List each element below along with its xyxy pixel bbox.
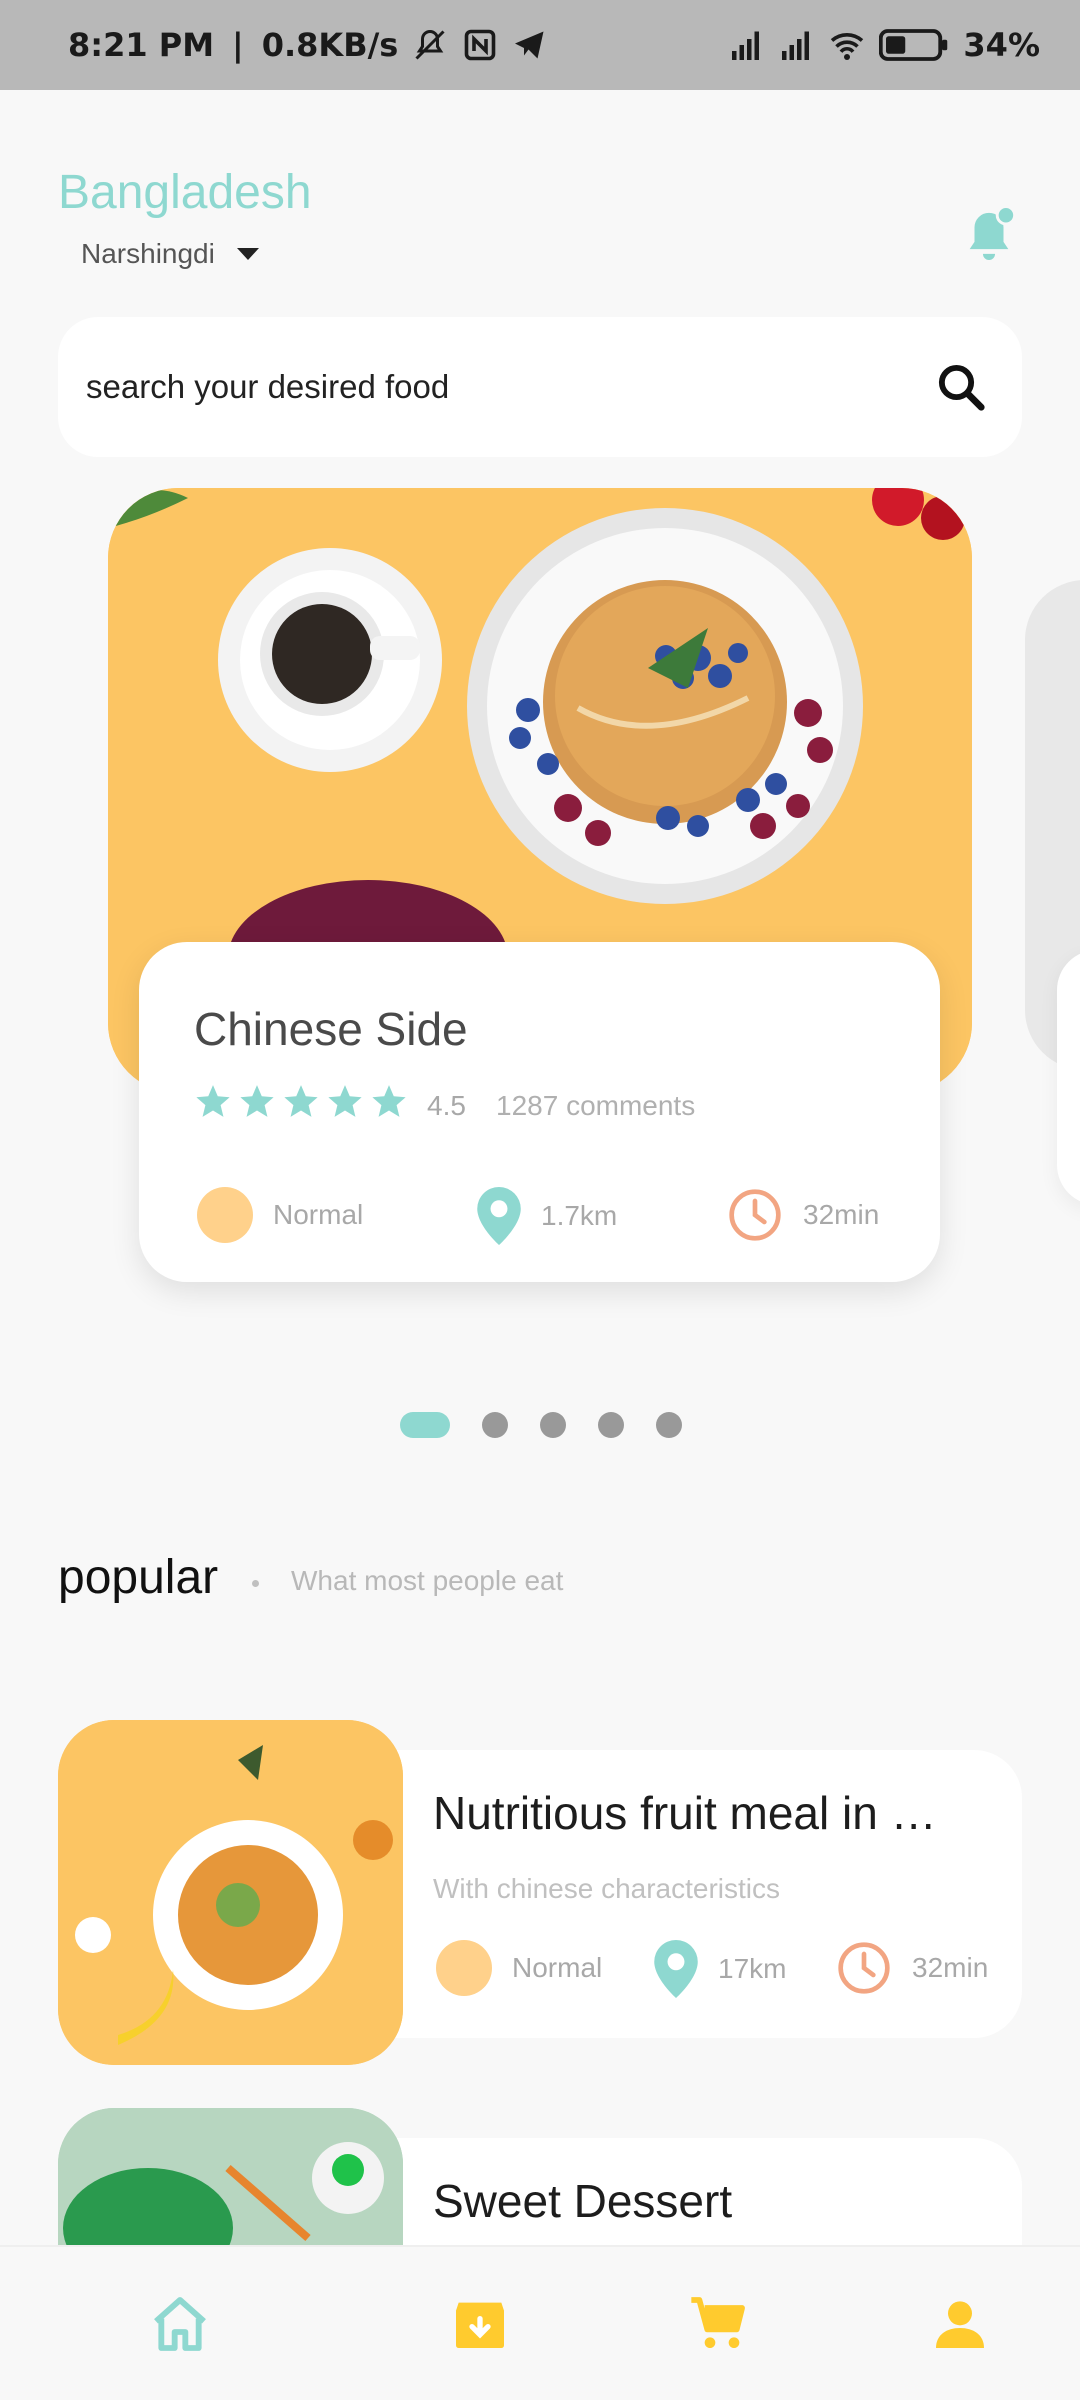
search-bar[interactable]: search your desired food xyxy=(58,317,1022,457)
signal-icon xyxy=(782,31,810,60)
search-input[interactable]: search your desired food xyxy=(86,368,449,406)
status-right: 34% xyxy=(729,26,1040,64)
bottom-navigation xyxy=(0,2245,1080,2400)
search-icon[interactable] xyxy=(934,360,988,414)
star-icon xyxy=(196,1085,230,1117)
list-item-distance: 17km xyxy=(654,1940,786,1998)
signal-icon xyxy=(732,31,760,60)
list-item-level: Normal xyxy=(436,1940,602,1996)
pager-dot[interactable] xyxy=(540,1412,566,1438)
pager-dot[interactable] xyxy=(482,1412,508,1438)
city-label: Narshingdi xyxy=(81,238,215,269)
list-item-thumbnail[interactable] xyxy=(58,2108,403,2248)
carousel-pager xyxy=(400,1412,682,1438)
featured-info-card[interactable]: Chinese Side 4.5 1287 comments Normal 1.… xyxy=(139,942,940,1282)
featured-title: Chinese Side xyxy=(194,1003,468,1055)
cart-icon[interactable] xyxy=(686,2292,750,2356)
archive-icon[interactable] xyxy=(448,2292,512,2356)
wifi-icon xyxy=(831,33,864,60)
star-icon xyxy=(328,1085,362,1117)
pasta-illustration xyxy=(58,1720,403,2065)
home-icon[interactable] xyxy=(148,2292,212,2356)
list-item-subtitle: With chinese characteristics xyxy=(433,1873,781,1904)
level-dot-icon xyxy=(197,1187,253,1243)
mute-icon xyxy=(415,29,445,60)
location-pin-icon xyxy=(654,1940,698,1998)
popular-subtitle: What most people eat xyxy=(291,1565,564,1596)
star-icon xyxy=(240,1085,274,1117)
star-icon xyxy=(284,1085,318,1117)
next-carousel-card-info[interactable] xyxy=(1057,950,1080,1205)
time-label: 32min xyxy=(803,1199,880,1230)
battery-percent: 34% xyxy=(963,26,1040,64)
popular-heading: popular xyxy=(58,1551,219,1604)
status-left: 8:21 PM | 0.8KB/s xyxy=(68,26,548,64)
status-time: 8:21 PM xyxy=(68,26,215,64)
location-pin-icon xyxy=(477,1187,521,1245)
rating-stars xyxy=(194,1082,408,1120)
list-item-thumbnail[interactable] xyxy=(58,1720,403,2065)
pager-dot[interactable] xyxy=(598,1412,624,1438)
distance-label: 1.7km xyxy=(541,1200,618,1231)
city-selector[interactable]: Narshingdi xyxy=(81,238,259,270)
status-bar: 8:21 PM | 0.8KB/s 34% xyxy=(0,0,1080,90)
nfc-icon xyxy=(465,29,496,61)
notification-bell-icon[interactable] xyxy=(960,205,1018,269)
status-separator: | xyxy=(232,26,244,64)
star-icon xyxy=(372,1085,406,1117)
pager-dot[interactable] xyxy=(656,1412,682,1438)
country-title: Bangladesh xyxy=(58,166,312,219)
level-label: Normal xyxy=(273,1199,364,1230)
clock-icon xyxy=(729,1189,781,1241)
list-item-title: Nutritious fruit meal in … xyxy=(433,1787,937,1839)
list-item-title: Sweet Dessert xyxy=(433,2175,733,2227)
level-dot-icon xyxy=(436,1940,492,1996)
pager-dot-active[interactable] xyxy=(400,1412,450,1438)
rating-value: 4.5 xyxy=(427,1090,466,1121)
list-item-time: 32min xyxy=(836,1940,988,1996)
list-item-time-label: 32min xyxy=(912,1952,989,1983)
list-item-distance-label: 17km xyxy=(718,1953,787,1984)
distance-meta: 1.7km xyxy=(477,1187,617,1245)
comments-count: 1287 comments xyxy=(496,1090,696,1121)
telegram-icon xyxy=(515,31,544,59)
profile-icon[interactable] xyxy=(928,2292,992,2356)
battery-icon xyxy=(879,29,948,61)
clock-icon xyxy=(838,1942,890,1994)
caret-down-icon xyxy=(236,248,259,260)
time-meta: 32min xyxy=(727,1187,879,1243)
status-speed: 0.8KB/s xyxy=(261,26,399,64)
level-meta: Normal xyxy=(197,1187,363,1243)
heading-dot xyxy=(252,1580,259,1587)
list-item-level-label: Normal xyxy=(512,1952,603,1983)
dessert-illustration xyxy=(58,2108,403,2248)
